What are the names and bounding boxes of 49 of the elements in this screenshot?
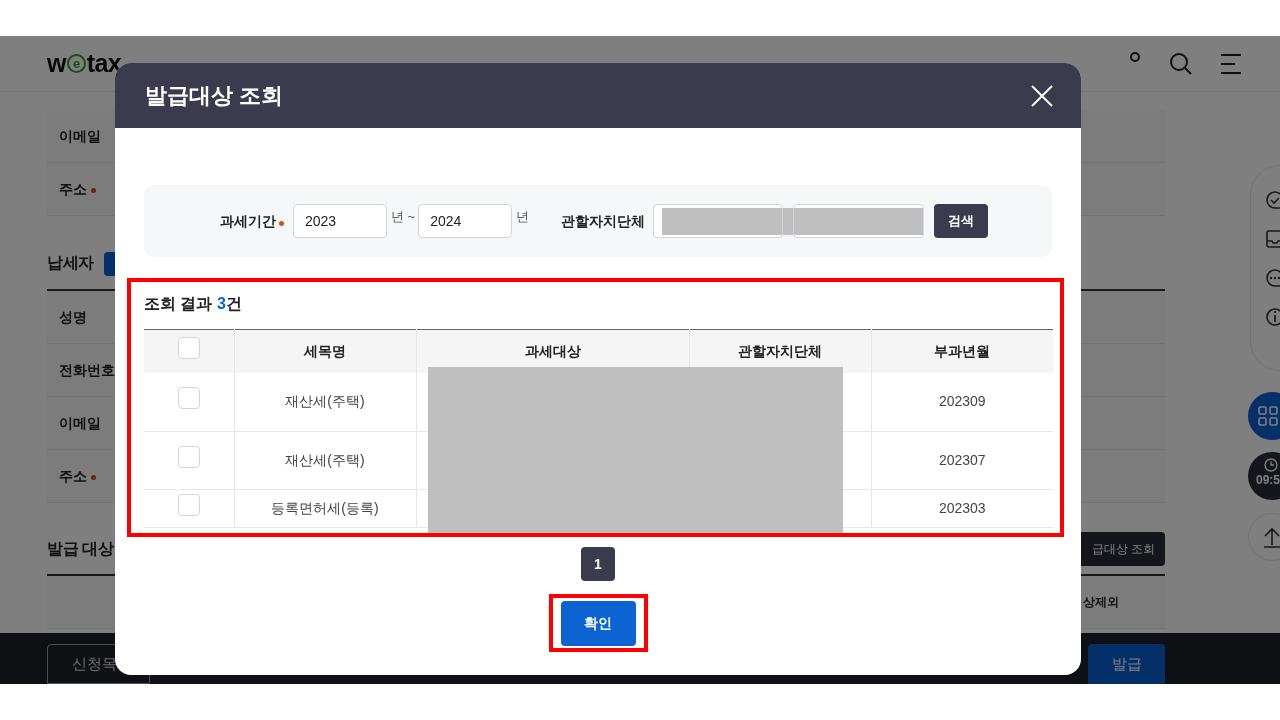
field-label: 과세기간 [220,211,276,231]
select-field[interactable] [793,204,925,238]
chat-dots-icon[interactable] [1265,268,1280,288]
select-field[interactable] [653,204,784,238]
field-label: 전화번호 [59,360,115,380]
page-button[interactable]: 1 [581,547,615,581]
logo[interactable]: w e tax [47,44,122,83]
confirm-button[interactable]: 확인 [560,600,636,646]
unit-label: 년 [516,208,530,227]
checkbox[interactable] [177,336,200,359]
input-field[interactable]: 2023 [293,204,387,238]
menu-icon[interactable] [1219,52,1243,75]
timer-text: 09:5 [1256,472,1280,488]
checkbox[interactable] [177,494,200,516]
modal-title: 발급대상 조회 [145,82,285,110]
table-cell: 202303 [871,489,1053,528]
info-icon[interactable] [1265,307,1280,327]
table-cell: 재산세(주택) [234,372,416,432]
field-label: 이메일 [59,126,101,146]
field-label: 성명 [59,307,87,327]
table-cell: 202309 [871,372,1053,432]
result-count: 조회 결과 3건 [144,294,243,314]
issue-button[interactable]: 발급 [1088,644,1165,684]
checkbox[interactable] [177,387,200,410]
inbox-icon[interactable] [1265,229,1280,249]
section-title: 발급 대상 [47,538,114,559]
table-cell: 재산세(주택) [234,431,416,490]
field-label: 관할자치단체 [561,211,646,231]
field-label: 이메일 [59,413,101,433]
close-icon[interactable] [1031,84,1053,107]
table-cell: 202307 [871,431,1053,490]
table-cell: 등록면허세(등록) [234,489,416,528]
unit-label: 년 ~ [391,208,416,227]
field-label: 주소 [59,179,87,199]
arrow-up-icon [1262,526,1280,548]
grid-icon [1258,406,1278,426]
search-icon[interactable] [1169,51,1193,76]
redaction-block [783,207,794,235]
section-title: 납세자 [47,252,94,273]
column-header: 부과년월 [871,329,1053,373]
session-timer[interactable]: 09:5 [1248,452,1280,500]
clock-icon [1264,458,1278,472]
chat-check-icon[interactable] [1265,190,1280,210]
column-header: 세목명 [234,329,416,373]
input-field[interactable]: 2024 [418,204,513,238]
field-label: 주소 [59,466,87,486]
checkbox[interactable] [177,446,200,468]
column-header: 상제외 [1083,594,1119,611]
search-button[interactable]: 검색 [934,204,989,238]
